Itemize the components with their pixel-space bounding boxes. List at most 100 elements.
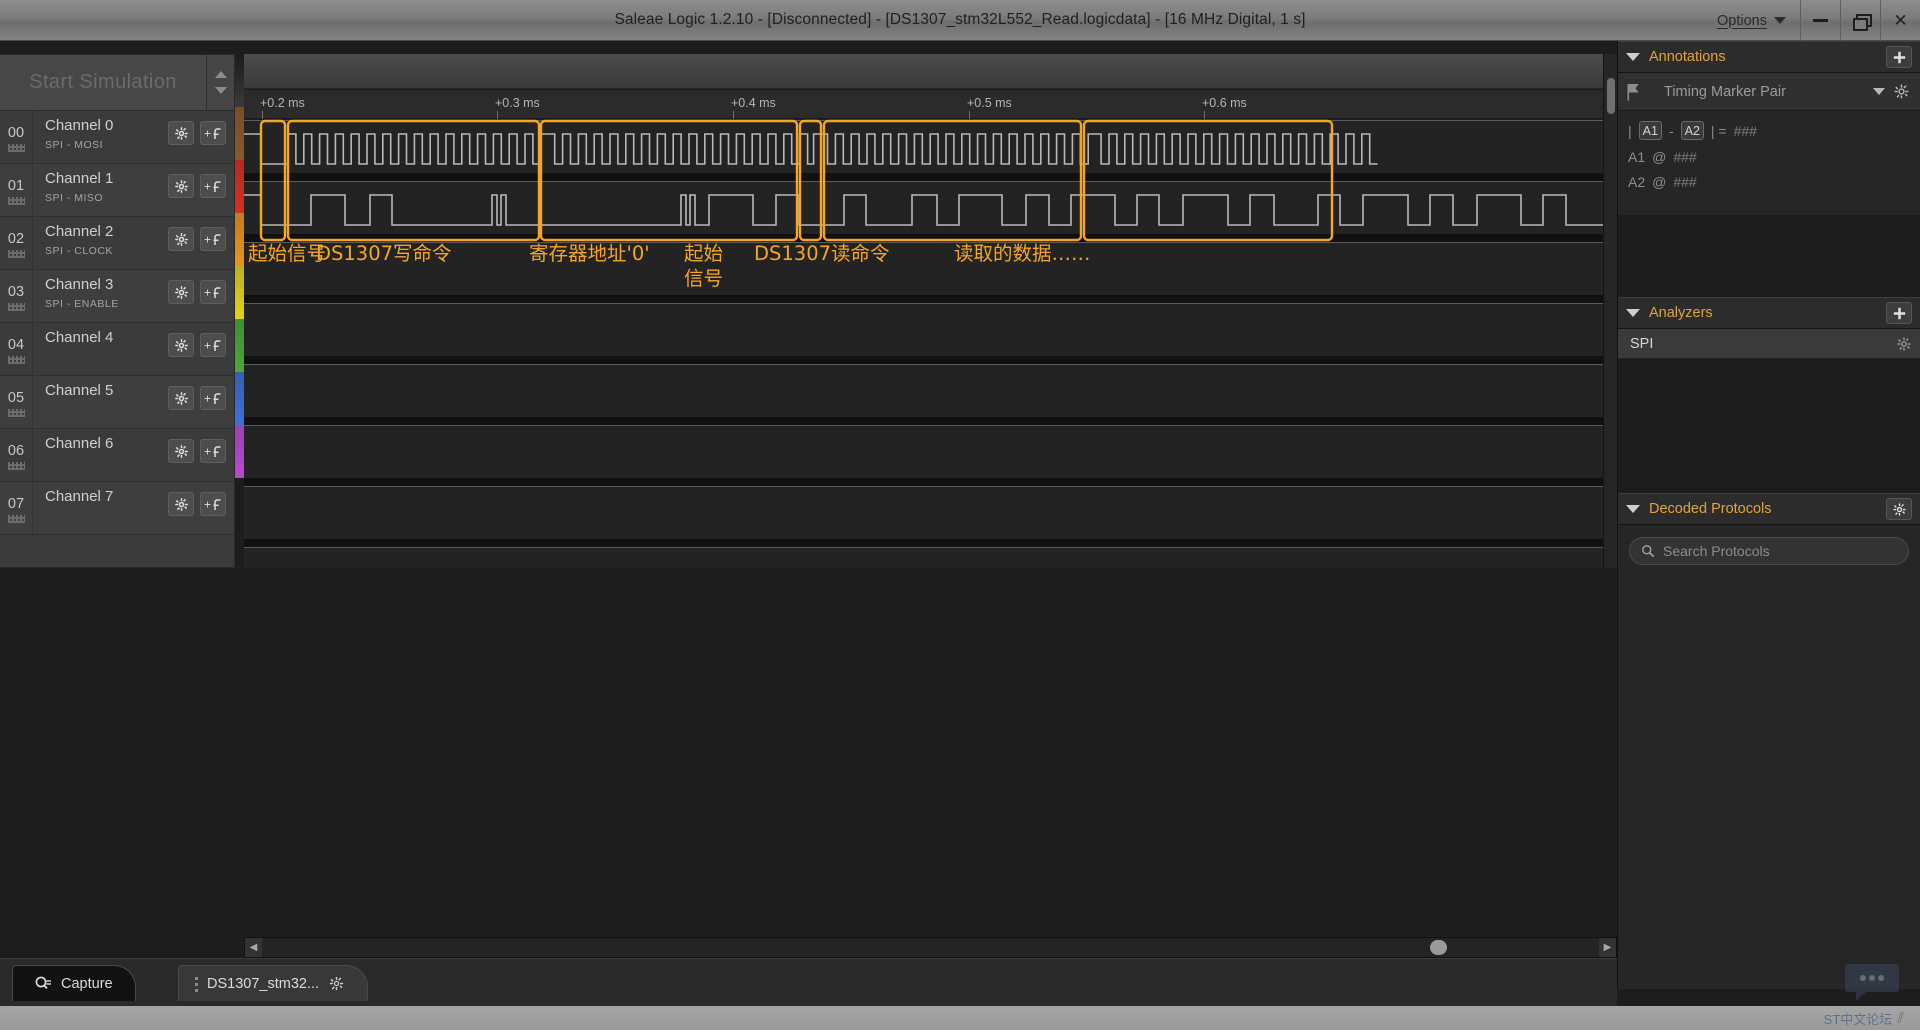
- drag-grip-icon[interactable]: [7, 461, 25, 470]
- chevron-up-icon[interactable]: [214, 71, 227, 78]
- gear-icon: [174, 126, 188, 140]
- lane-channel-3[interactable]: [244, 303, 1617, 356]
- chevron-down-icon[interactable]: [214, 87, 227, 94]
- channel-add-analyzer-button[interactable]: +: [200, 333, 226, 357]
- channel-row-0[interactable]: 00 Channel 0 SPI - MOSI +: [0, 111, 234, 164]
- annotations-panel-header[interactable]: Annotations: [1618, 41, 1920, 73]
- gear-icon: [174, 179, 188, 193]
- channel-row-7[interactable]: 07 Channel 7 +: [0, 482, 234, 535]
- channel-index: 05: [7, 389, 25, 406]
- channel-add-analyzer-button[interactable]: +: [200, 121, 226, 145]
- channel-settings-button[interactable]: [168, 492, 194, 516]
- gear-icon[interactable]: [1893, 83, 1910, 100]
- analyzer-name: SPI: [1630, 335, 1654, 352]
- waveform-viewport[interactable]: +0.2 ms +0.3 ms +0.4 ms +0.5 ms +0.6 ms: [244, 54, 1617, 568]
- channel-settings-button[interactable]: [168, 386, 194, 410]
- drag-grip-icon[interactable]: [7, 355, 25, 364]
- close-button[interactable]: ✕: [1880, 0, 1920, 41]
- device-spinner[interactable]: [206, 55, 234, 110]
- a1-chip[interactable]: A1: [1638, 121, 1662, 140]
- add-measurement-icon: +: [204, 232, 220, 246]
- decoded-protocols-settings-button[interactable]: [1886, 498, 1912, 520]
- drag-grip-icon[interactable]: [195, 975, 198, 992]
- analyzers-empty-area: [1618, 359, 1920, 493]
- start-simulation-button[interactable]: Start Simulation: [0, 55, 206, 110]
- tab-capture-file[interactable]: DS1307_stm32...: [178, 965, 369, 1001]
- chevron-down-icon[interactable]: [1626, 505, 1640, 513]
- title-bar-controls: Options ✕: [1703, 0, 1920, 41]
- lane-separator: [244, 364, 1617, 365]
- channel-row-1[interactable]: 01 Channel 1 SPI - MISO +: [0, 164, 234, 217]
- channel-add-analyzer-button[interactable]: +: [200, 492, 226, 516]
- lane-channel-2[interactable]: [244, 242, 1617, 295]
- tab-capture[interactable]: Capture: [12, 965, 136, 1001]
- add-analyzer-button[interactable]: [1886, 302, 1912, 324]
- options-button[interactable]: Options: [1703, 0, 1800, 41]
- gear-icon[interactable]: [328, 975, 345, 992]
- a2-chip[interactable]: A2: [1680, 121, 1704, 140]
- channel-add-analyzer-button[interactable]: +: [200, 386, 226, 410]
- analyzer-item-spi[interactable]: SPI: [1618, 329, 1920, 359]
- horizontal-scroll-thumb[interactable]: [1429, 940, 1447, 955]
- minimize-button[interactable]: [1800, 0, 1840, 41]
- svg-text:+: +: [204, 285, 211, 299]
- channel-row-5[interactable]: 05 Channel 5 +: [0, 376, 234, 429]
- add-annotation-button[interactable]: [1886, 46, 1912, 68]
- gear-icon[interactable]: [1896, 336, 1912, 352]
- timing-marker-pair-row[interactable]: Timing Marker Pair: [1618, 73, 1920, 111]
- channel-settings-button[interactable]: [168, 280, 194, 304]
- marker-a1-line: A1 @ ###: [1628, 149, 1920, 165]
- maximize-button[interactable]: [1840, 0, 1880, 41]
- chat-bubble-icon: [1845, 964, 1899, 1001]
- a1-at: @: [1652, 149, 1667, 165]
- channel-settings-button[interactable]: [168, 174, 194, 198]
- vertical-scroll-thumb[interactable]: [1607, 78, 1615, 114]
- channel-add-analyzer-button[interactable]: +: [200, 227, 226, 251]
- waveform-horizontal-scrollbar[interactable]: ◀ ▶: [244, 937, 1617, 958]
- scroll-left-arrow[interactable]: ◀: [245, 938, 262, 957]
- analyzers-panel-header[interactable]: Analyzers: [1618, 297, 1920, 329]
- channel-add-analyzer-button[interactable]: +: [200, 280, 226, 304]
- channel-info: Channel 1 SPI - MISO +: [33, 164, 234, 216]
- channel-index: 04: [7, 336, 25, 353]
- lane-channel-6[interactable]: [244, 486, 1617, 539]
- channel-settings-button[interactable]: [168, 227, 194, 251]
- chevron-down-icon[interactable]: [1626, 53, 1640, 61]
- lane-background: [244, 547, 1617, 568]
- decoded-protocols-title: Decoded Protocols: [1649, 501, 1772, 517]
- channel-row-3[interactable]: 03 Channel 3 SPI - ENABLE +: [0, 270, 234, 323]
- drag-grip-icon[interactable]: [7, 302, 25, 311]
- chevron-down-icon[interactable]: [1626, 309, 1640, 317]
- search-protocols-input[interactable]: Search Protocols: [1629, 537, 1909, 565]
- scroll-right-arrow[interactable]: ▶: [1599, 938, 1616, 957]
- lane-channel-7[interactable]: [244, 547, 1617, 568]
- status-bar: ST中文论坛 ⫽: [0, 1006, 1920, 1030]
- decoded-protocols-panel-header[interactable]: Decoded Protocols: [1618, 493, 1920, 525]
- lane-channel-4[interactable]: [244, 364, 1617, 417]
- channel-settings-button[interactable]: [168, 121, 194, 145]
- svg-text:+: +: [204, 179, 211, 193]
- channel-index: 01: [7, 177, 25, 194]
- channel-add-analyzer-button[interactable]: +: [200, 174, 226, 198]
- channel-row-2[interactable]: 02 Channel 2 SPI - CLOCK +: [0, 217, 234, 270]
- horizontal-scroll-track[interactable]: [262, 938, 1599, 957]
- channel-buttons: +: [168, 386, 226, 410]
- channel-add-analyzer-button[interactable]: +: [200, 439, 226, 463]
- waveform-vertical-scrollbar[interactable]: [1603, 54, 1617, 568]
- lane-channel-5[interactable]: [244, 425, 1617, 478]
- drag-grip-icon[interactable]: [7, 249, 25, 258]
- drag-grip-icon[interactable]: [7, 196, 25, 205]
- channel-info: Channel 0 SPI - MOSI +: [33, 111, 234, 163]
- channel-color-7: [235, 425, 244, 478]
- svg-text:+: +: [204, 391, 211, 405]
- channel-settings-button[interactable]: [168, 439, 194, 463]
- channel-row-4[interactable]: 04 Channel 4 +: [0, 323, 234, 376]
- channel-settings-button[interactable]: [168, 333, 194, 357]
- time-ruler[interactable]: +0.2 ms +0.3 ms +0.4 ms +0.5 ms +0.6 ms: [244, 90, 1617, 119]
- gear-icon: [174, 285, 188, 299]
- drag-grip-icon[interactable]: [7, 408, 25, 417]
- drag-grip-icon[interactable]: [7, 514, 25, 523]
- drag-grip-icon[interactable]: [7, 143, 25, 152]
- chevron-down-icon[interactable]: [1873, 88, 1885, 95]
- channel-row-6[interactable]: 06 Channel 6 +: [0, 429, 234, 482]
